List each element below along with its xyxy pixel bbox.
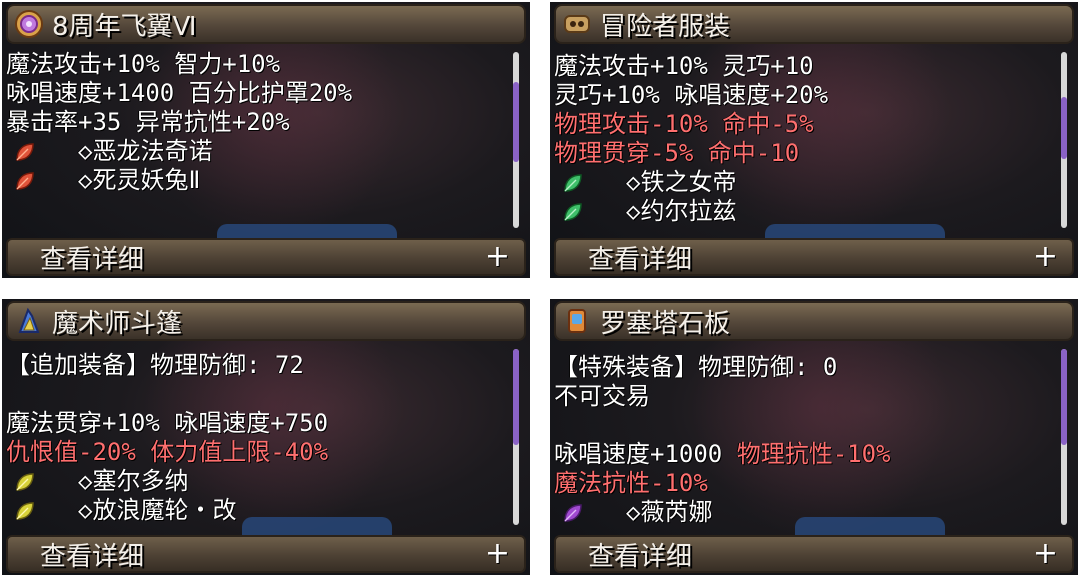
adventurer-outfit-icon	[562, 9, 592, 39]
set-item-label: ◇死灵妖兔Ⅱ	[78, 166, 201, 194]
leaf-icon	[6, 166, 50, 195]
view-details-button[interactable]: 查看详细 +	[6, 535, 526, 573]
set-item-label: ◇放浪魔轮・改	[78, 496, 237, 524]
stat-line: 物理攻击-10% 命中-5%	[554, 110, 814, 138]
item-title-bar: 冒险者服装	[554, 4, 1074, 44]
set-item[interactable]: ◇铁之女帝	[550, 168, 1060, 197]
item-tooltip-panel: 8周年飞翼Ⅵ 魔法攻击+10% 智力+10% 咏唱速度+1400 百分比护罩20…	[2, 2, 530, 278]
stat-line: 物理贯穿-5% 命中-10	[554, 139, 800, 167]
set-item-label: ◇约尔拉兹	[626, 197, 737, 225]
item-name: 魔术师斗篷	[52, 308, 183, 339]
leaf-icon	[554, 168, 598, 197]
stat-line: 魔法贯穿+10% 咏唱速度+750	[6, 409, 329, 437]
item-name: 罗塞塔石板	[600, 308, 731, 339]
leaf-icon	[6, 137, 50, 166]
stat-line: 魔法攻击+10% 灵巧+10	[554, 52, 814, 80]
view-details-button[interactable]: 查看详细 +	[554, 535, 1074, 573]
stat-line: 魔法攻击+10% 智力+10%	[6, 50, 281, 78]
stat-line: 【特殊装备】物理防御: 0	[554, 353, 838, 381]
leaf-icon	[6, 496, 50, 525]
view-details-button[interactable]: 查看详细 +	[6, 238, 526, 276]
item-name: 冒险者服装	[600, 11, 731, 42]
set-item-label: ◇铁之女帝	[626, 168, 737, 196]
set-item-label: ◇薇芮娜	[626, 498, 713, 526]
set-item[interactable]: ◇放浪魔轮・改	[2, 496, 512, 525]
item-title-bar: 8周年飞翼Ⅵ	[6, 4, 526, 44]
leaf-icon	[554, 498, 598, 527]
scrollbar-thumb[interactable]	[1061, 97, 1067, 159]
item-stats: 【特殊装备】物理防御: 0 不可交易 咏唱速度+1000 物理抗性-10% 魔法…	[550, 353, 1060, 527]
view-details-label: 查看详细	[40, 541, 145, 572]
set-item[interactable]: ◇死灵妖兔Ⅱ	[2, 166, 512, 195]
scrollbar[interactable]	[1061, 52, 1067, 228]
view-details-label: 查看详细	[588, 244, 693, 275]
item-title-bar: 罗塞塔石板	[554, 301, 1074, 341]
plus-icon[interactable]: +	[485, 242, 510, 272]
item-name: 8周年飞翼Ⅵ	[52, 11, 197, 42]
scrollbar[interactable]	[513, 52, 519, 228]
stat-line: 【追加装备】物理防御: 72	[6, 351, 304, 379]
set-item[interactable]: ◇恶龙法奇诺	[2, 137, 512, 166]
item-tooltip-panel: 罗塞塔石板 【特殊装备】物理防御: 0 不可交易 咏唱速度+1000 物理抗性-…	[550, 299, 1078, 575]
gold-medal-icon	[14, 9, 44, 39]
stat-line: 魔法抗性-10%	[554, 469, 708, 497]
stat-line: 灵巧+10% 咏唱速度+20%	[554, 81, 829, 109]
set-item[interactable]: ◇塞尔多纳	[2, 467, 512, 496]
set-item[interactable]: ◇约尔拉兹	[550, 197, 1060, 226]
rosetta-stone-icon	[562, 306, 592, 336]
scrollbar[interactable]	[513, 349, 519, 525]
view-details-label: 查看详细	[40, 244, 145, 275]
set-item-label: ◇恶龙法奇诺	[78, 137, 213, 165]
stat-line: 仇恨值-20% 体力值上限-40%	[6, 438, 329, 466]
scrollbar-thumb[interactable]	[1061, 349, 1067, 445]
plus-icon[interactable]: +	[485, 539, 510, 569]
stat-line: 不可交易	[554, 382, 650, 410]
leaf-icon	[6, 467, 50, 496]
plus-icon[interactable]: +	[1033, 242, 1058, 272]
item-stats: 魔法攻击+10% 灵巧+10 灵巧+10% 咏唱速度+20% 物理攻击-10% …	[550, 52, 1060, 226]
magician-cloak-icon	[14, 306, 44, 336]
stat-line: 咏唱速度+1400 百分比护罩20%	[6, 79, 353, 107]
view-details-label: 查看详细	[588, 541, 693, 572]
view-details-button[interactable]: 查看详细 +	[554, 238, 1074, 276]
item-stats: 魔法攻击+10% 智力+10% 咏唱速度+1400 百分比护罩20% 暴击率+3…	[2, 50, 512, 195]
item-stats: 【追加装备】物理防御: 72 魔法贯穿+10% 咏唱速度+750 仇恨值-20%…	[2, 351, 512, 525]
scrollbar-thumb[interactable]	[513, 349, 519, 445]
scrollbar-thumb[interactable]	[513, 82, 519, 162]
item-tooltip-panel: 魔术师斗篷 【追加装备】物理防御: 72 魔法贯穿+10% 咏唱速度+750 仇…	[2, 299, 530, 575]
plus-icon[interactable]: +	[1033, 539, 1058, 569]
item-tooltip-panel: 冒险者服装 魔法攻击+10% 灵巧+10 灵巧+10% 咏唱速度+20% 物理攻…	[550, 2, 1078, 278]
stat-line: 暴击率+35 异常抗性+20%	[6, 108, 290, 136]
leaf-icon	[554, 197, 598, 226]
item-title-bar: 魔术师斗篷	[6, 301, 526, 341]
stat-line: 咏唱速度+1000 物理抗性-10%	[554, 440, 891, 468]
set-item[interactable]: ◇薇芮娜	[550, 498, 1060, 527]
scrollbar[interactable]	[1061, 349, 1067, 525]
set-item-label: ◇塞尔多纳	[78, 467, 189, 495]
